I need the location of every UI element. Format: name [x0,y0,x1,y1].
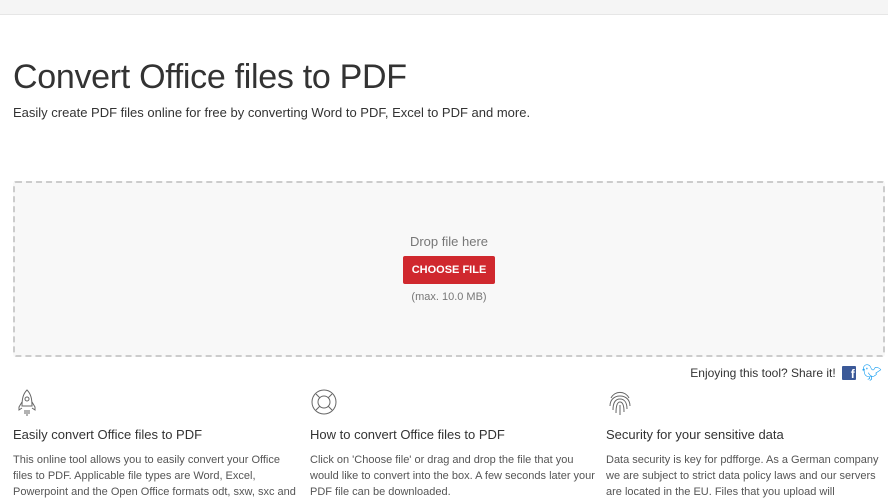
feature-easy: Easily convert Office files to PDF This … [13,388,298,498]
twitter-icon[interactable]: 🐦︎ [862,363,882,383]
drop-hint: Drop file here [409,234,489,249]
feature-how: How to convert Office files to PDF Click… [310,388,595,498]
feature-security: Security for your sensitive data Data se… [606,388,888,498]
share-text: Enjoying this tool? Share it! [690,366,836,380]
max-size-label: (max. 10.0 MB) [411,291,487,303]
feature-text: This online tool allows you to easily co… [13,454,296,498]
rocket-icon [18,389,36,416]
page-subtitle: Easily create PDF files online for free … [13,105,531,120]
share-bar: Enjoying this tool? Share it! f 🐦︎ [690,363,882,383]
fingerprint-icon [609,391,631,415]
feature-text: Click on 'Choose file' or drag and drop … [310,454,595,498]
feature-text: Data security is key for pdfforge. As a … [606,454,879,498]
page-title: Convert Office files to PDF [13,58,407,96]
top-bar [0,0,888,15]
feature-title: Security for your sensitive data [606,427,784,442]
feature-title: Easily convert Office files to PDF [13,427,203,442]
choose-file-button[interactable]: CHOOSE FILE [403,256,495,284]
feature-title: How to convert Office files to PDF [310,427,505,442]
facebook-icon[interactable]: f [841,366,856,381]
lifebuoy-icon [311,389,337,415]
file-drop-zone[interactable]: Drop file here CHOOSE FILE (max. 10.0 MB… [13,181,885,357]
